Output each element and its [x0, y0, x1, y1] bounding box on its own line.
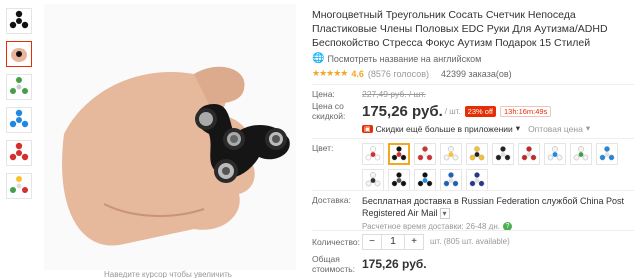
color-swatch-red[interactable] [518, 143, 540, 165]
color-swatch-black[interactable] [388, 169, 410, 191]
discount-timer: 13h:16m:49s [499, 105, 552, 117]
spinner-icon [599, 146, 615, 161]
spinner-icon [391, 146, 407, 161]
spinner-icon [391, 172, 407, 187]
thumbnail-white-green-spinner[interactable] [6, 74, 32, 100]
thumbnail-hand-spinner[interactable] [6, 41, 32, 67]
spinner-thumb-icon [9, 10, 29, 29]
product-title: Многоцветный Треугольник Сосать Счетчик … [312, 9, 608, 49]
shipping-section: Доставка: Бесплатная доставка в Russian … [312, 190, 634, 231]
chevron-down-icon: ▾ [515, 123, 521, 133]
color-swatch-black-white[interactable] [492, 143, 514, 165]
spinner-thumb-icon [9, 142, 29, 161]
color-swatch-blue[interactable] [596, 143, 618, 165]
old-price: 227,49 руб. / шт. [362, 89, 426, 99]
spinner-icon [365, 146, 381, 161]
hand-holding-spinner-image [44, 4, 296, 270]
spinner-thumb-icon [10, 176, 28, 193]
star-rating-icon: ★★★★★ [312, 68, 348, 78]
spinner-icon [443, 146, 459, 161]
translate-title-link[interactable]: 🌐 Посмотреть название на английском [312, 53, 634, 64]
quantity-decrease-button[interactable]: − [363, 235, 381, 249]
shipping-method-text: Бесплатная доставка в Russian Federation… [362, 196, 625, 218]
hand-thumb-icon [11, 48, 27, 62]
current-price: 175,26 руб. [362, 102, 443, 120]
spinner-icon [521, 146, 537, 161]
spinner-icon [495, 146, 511, 161]
total-price: 175,26 руб. [362, 257, 427, 271]
thumbnail-multicolor-spinner[interactable] [6, 173, 32, 199]
spinner-icon [443, 172, 459, 187]
spinner-thumb-icon [9, 109, 29, 128]
app-discount-link[interactable]: ▣ Скидки ещё больше в приложении ▾ [362, 123, 520, 134]
spinner-icon [573, 146, 589, 161]
thumbnail-black-spinner[interactable] [6, 8, 32, 34]
color-section: Цвет: [312, 138, 634, 191]
color-swatch-red-white[interactable] [414, 143, 436, 165]
color-swatch-white-yellow[interactable] [440, 143, 462, 165]
product-info: Многоцветный Треугольник Сосать Счетчик … [312, 8, 634, 79]
orders-count: 42399 заказа(ов) [441, 68, 512, 79]
color-swatch-white-black[interactable] [362, 169, 384, 191]
shipping-method[interactable]: Бесплатная доставка в Russian Federation… [362, 195, 634, 220]
spinner-icon [365, 172, 381, 187]
color-swatch-white-blue[interactable] [544, 143, 566, 165]
wholesale-text: Оптовая цена [528, 123, 583, 134]
color-swatch-blue-dark[interactable] [440, 169, 462, 191]
image-zoom-hint: Наведите курсор чтобы увеличить [104, 270, 232, 278]
translate-link-text: Посмотреть название на английском [327, 53, 482, 64]
quantity-increase-button[interactable]: + [405, 235, 423, 249]
thumbnail-blue-spinner[interactable] [6, 107, 32, 133]
spinner-icon [547, 146, 563, 161]
price-label: Цена: [312, 89, 335, 99]
spinner-icon [469, 172, 485, 187]
color-swatch-yellow[interactable] [466, 143, 488, 165]
quantity-input[interactable]: 1 [381, 235, 405, 249]
rating-row: ★★★★★ 4.6 (8576 голосов) 42399 заказа(ов… [312, 68, 634, 79]
color-swatch-black-blue[interactable] [414, 169, 436, 191]
color-swatch-royal-blue[interactable] [466, 169, 488, 191]
price-section: Цена: 227,49 руб. / шт. Цена со скидкой:… [312, 84, 634, 134]
color-swatch-white-red[interactable] [362, 143, 384, 165]
quantity-label: Количество: [312, 237, 361, 247]
reviews-link[interactable]: (8576 голосов) [368, 69, 429, 79]
wholesale-price-link[interactable]: Оптовая цена ▾ [528, 123, 590, 134]
spinner-icon [469, 146, 485, 161]
price-unit: / шт. [444, 106, 461, 116]
color-label: Цвет: [312, 143, 334, 153]
color-swatch-white-green[interactable] [570, 143, 592, 165]
shipping-label: Доставка: [312, 195, 351, 205]
thumbnail-red-spinner[interactable] [6, 140, 32, 166]
main-product-image[interactable] [44, 4, 296, 270]
total-section: Общая стоимость: 175,26 руб. [312, 254, 634, 274]
spinner-icon [417, 146, 433, 161]
chevron-down-icon[interactable]: ▾ [439, 208, 450, 219]
quantity-stepper: − 1 + [362, 234, 424, 250]
discount-badge: 23% off [464, 105, 496, 117]
color-swatch-black-red[interactable] [388, 143, 410, 165]
spinner-icon [417, 172, 433, 187]
quantity-available: шт. (805 шт. available) [430, 237, 510, 246]
quantity-section: Количество: − 1 + шт. (805 шт. available… [312, 230, 634, 250]
spinner-thumb-icon [10, 77, 28, 94]
app-discount-text: Скидки ещё больше в приложении [375, 123, 513, 134]
globe-icon: 🌐 [312, 53, 325, 64]
discount-price-label: Цена со скидкой: [312, 101, 346, 121]
total-label: Общая стоимость: [312, 254, 356, 274]
chevron-down-icon: ▾ [585, 123, 591, 133]
rating-value: 4.6 [351, 68, 364, 79]
thumbnail-strip [6, 8, 34, 206]
app-icon: ▣ [362, 124, 373, 133]
color-swatch-grid [362, 143, 618, 191]
